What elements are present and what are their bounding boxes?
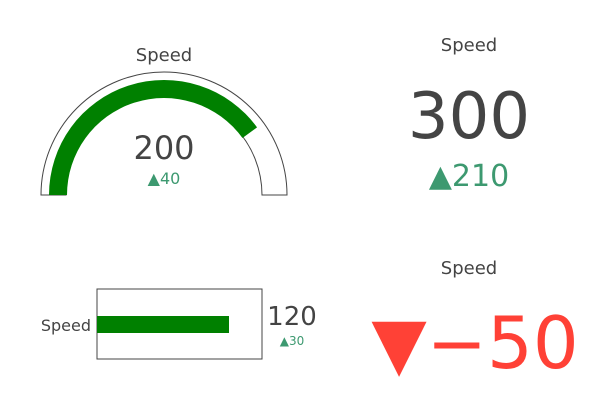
- number-delta: ▲210: [429, 159, 509, 194]
- gauge-title: Speed: [136, 45, 192, 66]
- bullet-title: Speed: [41, 316, 91, 335]
- delta-indicator: Speed ▼−50: [371, 258, 578, 385]
- gauge-delta: ▲40: [148, 169, 181, 188]
- delta-title: Speed: [441, 258, 497, 279]
- number-value: 300: [408, 80, 530, 154]
- number-delta-indicator: Speed 300 ▲210: [408, 35, 530, 194]
- angular-gauge-indicator: Speed 200 ▲40: [40, 45, 288, 196]
- bullet-bar: [97, 316, 229, 333]
- indicator-figure: Speed 200 ▲40 Speed 300 ▲210 Speed 120 ▲…: [40, 35, 579, 385]
- bullet-value: 120: [267, 302, 317, 332]
- number-title: Speed: [441, 35, 497, 56]
- bullet-gauge-indicator: Speed 120 ▲30: [41, 288, 317, 360]
- gauge-value: 200: [133, 129, 194, 167]
- delta-value: ▼−50: [371, 301, 578, 385]
- bullet-delta: ▲30: [280, 334, 305, 348]
